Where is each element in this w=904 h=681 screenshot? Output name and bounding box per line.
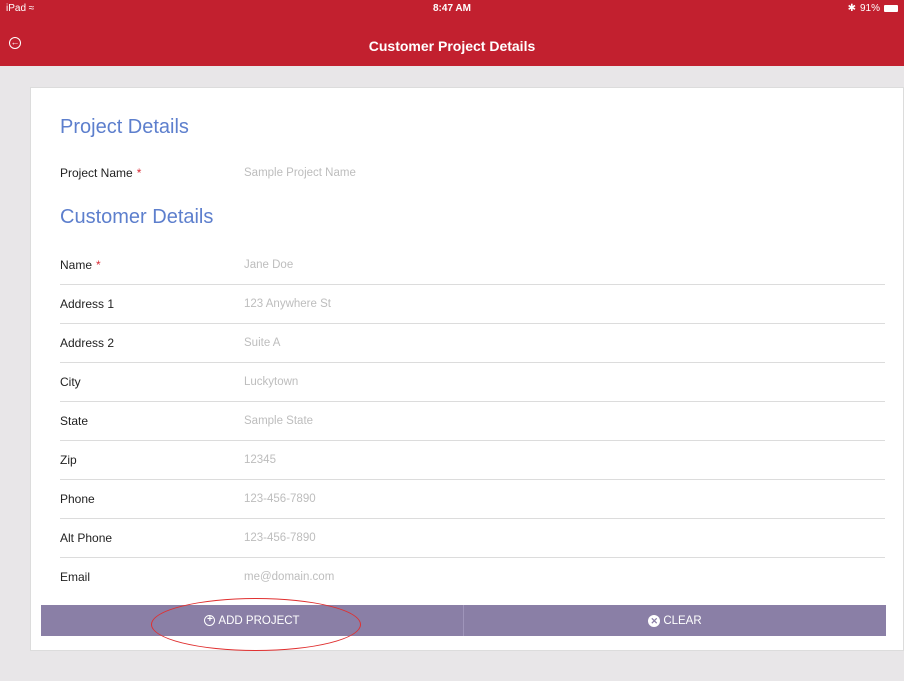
address1-label: Address 1: [60, 297, 115, 311]
address2-field[interactable]: [244, 334, 844, 352]
project-name-label: Project Name *: [60, 166, 141, 180]
alt-phone-row: Alt Phone: [60, 519, 885, 558]
state-field[interactable]: [244, 412, 844, 430]
zip-row: Zip: [60, 441, 885, 480]
status-time: 8:47 AM: [433, 3, 471, 14]
address2-label: Address 2: [60, 336, 115, 350]
clear-x-icon: ✕: [648, 614, 661, 627]
state-label: State: [60, 414, 89, 428]
address1-field[interactable]: [244, 295, 844, 313]
phone-label: Phone: [60, 492, 95, 506]
action-bar: + ADD PROJECT ✕ CLEAR: [41, 605, 886, 636]
city-label: City: [60, 375, 81, 389]
nav-bar: ← Customer Project Details: [0, 18, 904, 66]
battery-icon: [884, 5, 898, 12]
field-label: Project Name: [60, 166, 133, 180]
alt-phone-label: Alt Phone: [60, 531, 113, 545]
page-title: Customer Project Details: [368, 38, 536, 54]
add-circle-icon: +: [204, 615, 216, 626]
add-project-button[interactable]: + ADD PROJECT: [41, 605, 464, 636]
status-bar: iPad ≈ 8:47 AM ✱ 91%: [0, 0, 904, 18]
project-details-heading: Project Details: [60, 116, 189, 138]
name-row: Name *: [60, 246, 885, 285]
phone-field[interactable]: [244, 490, 844, 508]
form-card: Project Details Project Name* Customer D…: [30, 87, 904, 651]
clear-button[interactable]: ✕ CLEAR: [464, 605, 886, 636]
city-row: City: [60, 363, 885, 402]
name-field[interactable]: [244, 256, 844, 274]
zip-label: Zip: [60, 453, 77, 467]
add-project-label: ADD PROJECT: [218, 614, 300, 627]
bluetooth-icon: ✱: [847, 3, 856, 14]
project-name-row: Project Name *: [60, 154, 885, 193]
clear-label: CLEAR: [663, 614, 702, 627]
zip-field[interactable]: [244, 451, 844, 469]
email-row: Email: [60, 558, 885, 597]
name-label: Name *: [60, 258, 101, 272]
battery-percent: 91%: [859, 3, 880, 14]
field-label: Name: [60, 258, 93, 272]
alt-phone-field[interactable]: [244, 529, 844, 547]
email-label: Email: [60, 570, 91, 584]
address2-row: Address 2: [60, 324, 885, 363]
required-marker: *: [96, 258, 101, 272]
city-field[interactable]: [244, 373, 844, 391]
address1-row: Address 1: [60, 285, 885, 324]
project-name-field[interactable]: [244, 164, 844, 182]
phone-row: Phone: [60, 480, 885, 519]
state-row: State: [60, 402, 885, 441]
email-field[interactable]: [244, 568, 844, 586]
status-right: ✱ 91%: [848, 3, 898, 14]
customer-details-heading: Customer Details: [60, 206, 214, 228]
required-marker: *: [136, 166, 142, 180]
